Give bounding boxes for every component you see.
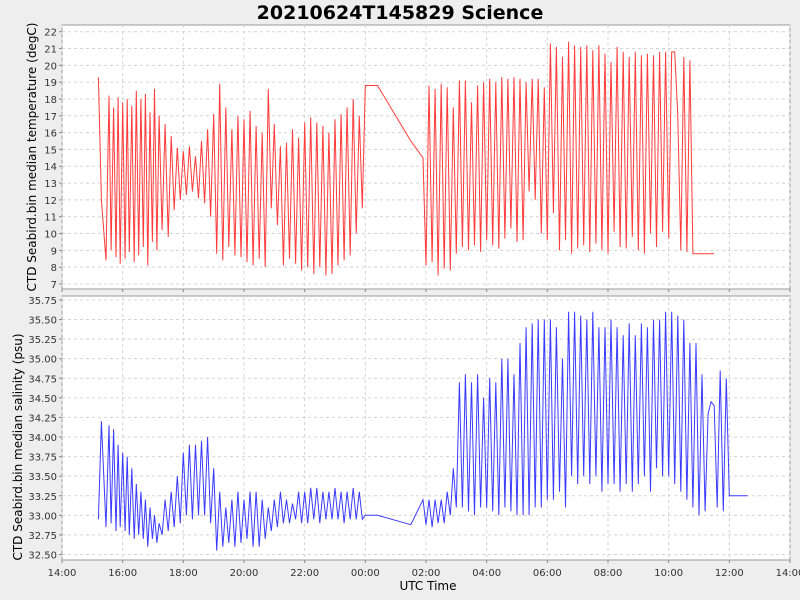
salinity-y-tick-label: 33.00 <box>28 511 57 522</box>
temperature-y-tick-label: 14 <box>44 162 57 173</box>
salinity-y-ticks: 32.50 32.75 33.00 33.25 33.50 33.75 34.00 34.25… <box>28 296 62 562</box>
salinity-y-tick-label: 35.75 <box>28 296 57 307</box>
temperature-y-tick-label: 9 <box>51 246 57 257</box>
x-axis-label: UTC Time <box>400 579 457 593</box>
temperature-y-tick-label: 19 <box>44 78 57 89</box>
temperature-y-tick-label: 17 <box>44 112 57 123</box>
chart-title: 20210624T145829 Science <box>257 2 544 24</box>
x-tick-label: 02:00 <box>412 568 441 579</box>
temperature-y-tick-label: 7 <box>51 280 57 291</box>
x-tick-label: 08:00 <box>594 568 623 579</box>
temperature-y-tick-label: 15 <box>44 145 57 156</box>
x-tick-label: 12:00 <box>715 568 744 579</box>
salinity-y-tick-label: 34.00 <box>28 433 57 444</box>
salinity-y-tick-label: 35.00 <box>28 355 57 366</box>
x-tick-label: 04:00 <box>472 568 501 579</box>
x-tick-label: 18:00 <box>169 568 198 579</box>
temperature-y-tick-label: 12 <box>44 196 57 207</box>
temperature-y-axis-label: CTD Seabird.bin median temperature (degC… <box>25 23 39 292</box>
salinity-y-tick-label: 33.25 <box>28 492 57 503</box>
x-tick-label: 10:00 <box>654 568 683 579</box>
x-tick-label: 16:00 <box>108 568 137 579</box>
salinity-y-tick-label: 33.50 <box>28 472 57 483</box>
temperature-y-ticks: 7 8 9 10 11 12 13 14 15 16 17 18 19 20 21 22 <box>44 28 62 291</box>
temperature-y-tick-label: 10 <box>44 230 57 241</box>
salinity-y-tick-label: 34.25 <box>28 413 57 424</box>
x-tick-label: 20:00 <box>230 568 259 579</box>
temperature-y-tick-label: 21 <box>44 45 57 56</box>
x-tick-label: 14:00 <box>48 568 77 579</box>
salinity-y-tick-label: 32.50 <box>28 551 57 562</box>
temperature-y-tick-label: 13 <box>44 179 57 190</box>
temperature-y-tick-label: 16 <box>44 129 57 140</box>
temperature-panel: 7 8 9 10 11 12 13 14 15 16 17 18 19 20 21 22 CTD Seabir… <box>25 23 791 292</box>
salinity-y-tick-label: 35.25 <box>28 335 57 346</box>
salinity-y-tick-label: 33.75 <box>28 453 57 464</box>
salinity-y-axis-label: CTD Seabird.bin median salinity (psu) <box>11 333 25 560</box>
x-tick-label: 00:00 <box>351 568 380 579</box>
salinity-y-tick-label: 35.50 <box>28 316 57 327</box>
temperature-y-tick-label: 20 <box>44 61 57 72</box>
x-tick-label: 22:00 <box>290 568 319 579</box>
salinity-y-tick-label: 34.50 <box>28 394 57 405</box>
x-axis-tick-labels: 14:00 16:00 18:00 20:00 22:00 00:00 02:00 04:00… <box>48 568 800 579</box>
temperature-y-tick-label: 8 <box>51 263 57 274</box>
x-tick-label: 06:00 <box>533 568 562 579</box>
temperature-y-tick-label: 11 <box>44 213 57 224</box>
chart: 20210624T145829 Science 7 8 9 10 11 12 13 14 15 1… <box>11 2 800 593</box>
temperature-y-tick-label: 18 <box>44 95 57 106</box>
temperature-y-tick-label: 22 <box>44 28 57 39</box>
x-tick-label: 14:00 <box>776 568 800 579</box>
salinity-y-tick-label: 34.75 <box>28 374 57 385</box>
salinity-y-tick-label: 32.75 <box>28 531 57 542</box>
salinity-panel: 32.50 32.75 33.00 33.25 33.50 33.75 34.00 34.25… <box>11 295 791 563</box>
